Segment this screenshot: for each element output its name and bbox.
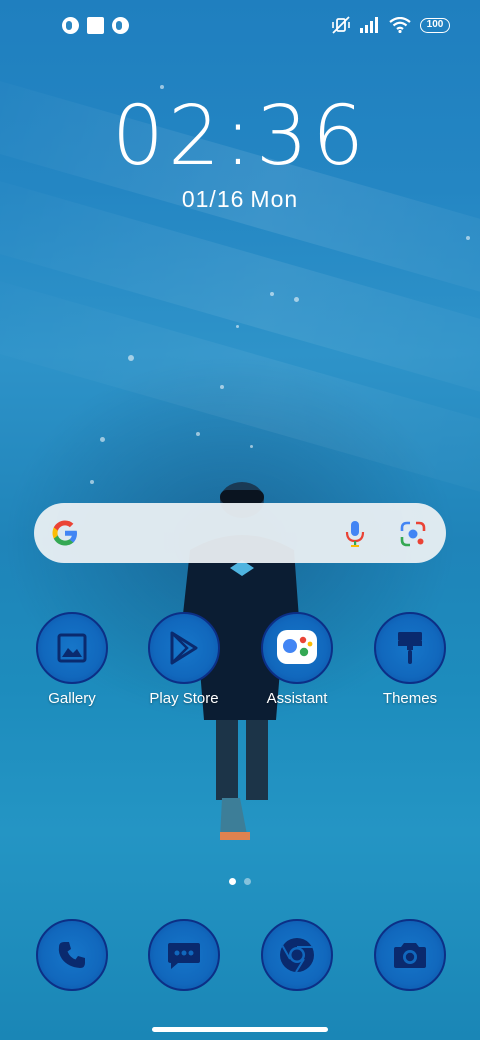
- battery-indicator: 100: [420, 17, 450, 33]
- app-play-store[interactable]: Play Store: [129, 612, 239, 708]
- signal-icon: [360, 17, 378, 33]
- app-label: Assistant: [266, 690, 328, 707]
- play-store-icon-bg: [148, 612, 220, 684]
- clock-weekday: Mon: [250, 186, 299, 212]
- dock-camera[interactable]: [355, 919, 465, 991]
- dock-chrome[interactable]: [242, 919, 352, 991]
- microphone-icon[interactable]: [344, 520, 366, 548]
- messages-icon: [168, 943, 200, 969]
- phone-icon: [58, 942, 85, 968]
- app-themes[interactable]: Themes: [355, 612, 465, 708]
- status-bar: 100: [0, 0, 480, 52]
- gallery-icon-bg: [36, 612, 108, 684]
- page-dot: [244, 878, 251, 885]
- clock-date-row[interactable]: 01/16 Mon: [0, 186, 480, 213]
- camera-icon: [394, 943, 426, 968]
- app-label: Gallery: [48, 690, 96, 707]
- gallery-icon: [57, 633, 87, 663]
- phone-icon-bg: [36, 919, 108, 991]
- chrome-icon: [280, 938, 314, 973]
- wifi-icon: [389, 17, 411, 33]
- clock-date: 01/16: [181, 186, 245, 212]
- page-indicator: [0, 878, 480, 885]
- play-store-icon: [170, 631, 198, 665]
- app-assistant[interactable]: Assistant: [242, 612, 352, 708]
- google-lens-icon[interactable]: [400, 521, 426, 547]
- gesture-navigation-bar[interactable]: [152, 1027, 328, 1032]
- app-label: Themes: [382, 690, 438, 707]
- notification-icon: [62, 17, 79, 34]
- app-label: Play Store: [149, 690, 219, 707]
- app-gallery[interactable]: Gallery: [17, 612, 127, 708]
- page-dot-active: [229, 878, 236, 885]
- mute-vibrate-icon: [332, 16, 350, 34]
- google-search-bar[interactable]: [34, 503, 446, 563]
- assistant-icon: [277, 630, 317, 664]
- notification-icon: [112, 17, 129, 34]
- dock-messages[interactable]: [129, 919, 239, 991]
- themes-icon-bg: [374, 612, 446, 684]
- themes-brush-icon: [398, 632, 422, 664]
- dock-phone[interactable]: [17, 919, 127, 991]
- chrome-icon-bg: [261, 919, 333, 991]
- square-notification-icon: [87, 17, 104, 34]
- assistant-icon-bg: [261, 612, 333, 684]
- clock-time[interactable]: 02:36: [0, 92, 480, 182]
- camera-icon-bg: [374, 919, 446, 991]
- google-g-icon: [52, 520, 77, 546]
- messages-icon-bg: [148, 919, 220, 991]
